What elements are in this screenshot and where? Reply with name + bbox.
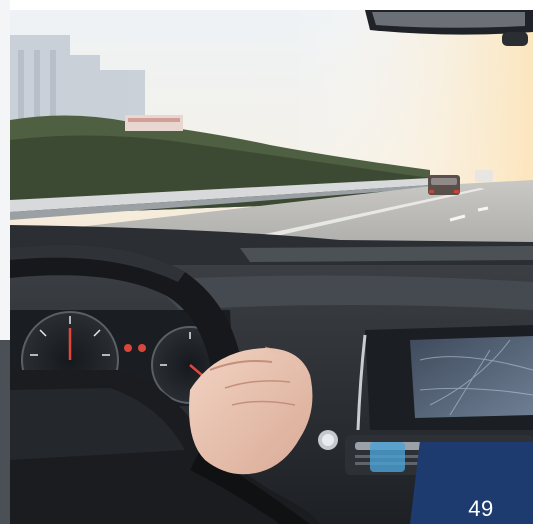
document-page: 49 [0,0,533,524]
page-margin-dark [0,340,10,524]
page-number: 49 [468,496,494,521]
page-margin-light [0,0,10,340]
